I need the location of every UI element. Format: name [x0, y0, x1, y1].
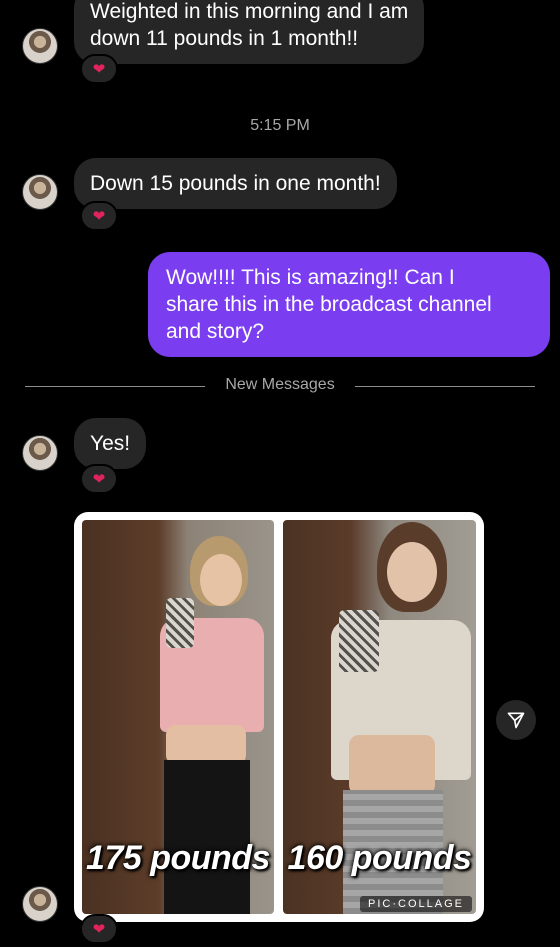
after-photo: 160 pounds PIC·COLLAGE — [283, 520, 476, 914]
message-text: Wow!!!! This is amazing!! Can I — [166, 266, 455, 289]
send-icon — [507, 712, 525, 729]
message-text: Yes! — [90, 432, 131, 455]
sender-avatar[interactable] — [22, 886, 58, 922]
message-timestamp: 5:15 PM — [250, 117, 310, 134]
sender-avatar[interactable] — [22, 28, 58, 64]
message-bubble-incoming[interactable]: Down 15 pounds in one month! — [74, 158, 397, 209]
message-text: Down 15 pounds in one month! — [90, 172, 381, 195]
divider-label: New Messages — [225, 376, 335, 393]
heart-reaction[interactable]: ❤ — [80, 464, 118, 494]
figure-head — [387, 542, 437, 602]
sender-avatar[interactable] — [22, 174, 58, 210]
new-messages-divider: New Messages — [25, 376, 535, 393]
heart-reaction[interactable]: ❤ — [80, 201, 118, 231]
message-text: Weighted in this morning and I am — [90, 0, 409, 23]
phone-image — [339, 610, 379, 672]
message-text: down 11 pounds in 1 month!! — [90, 27, 359, 50]
heart-reaction[interactable]: ❤ — [80, 54, 118, 84]
figure-head — [200, 554, 242, 606]
share-button[interactable] — [496, 700, 536, 740]
figure-belly — [349, 735, 435, 795]
message-bubble-incoming[interactable]: Yes! — [74, 418, 147, 469]
figure-belly — [166, 725, 246, 765]
message-bubble-outgoing[interactable]: Wow!!!! This is amazing!! Can I share th… — [148, 252, 550, 357]
figure-pants — [164, 760, 250, 914]
collage-watermark: PIC·COLLAGE — [360, 896, 472, 912]
heart-icon: ❤ — [92, 61, 106, 78]
heart-icon: ❤ — [92, 208, 106, 225]
before-weight-label: 175 pounds — [86, 839, 270, 877]
heart-icon: ❤ — [92, 921, 106, 938]
message-text: and story? — [166, 320, 265, 343]
message-bubble-incoming[interactable]: Weighted in this morning and I am down 1… — [74, 0, 425, 64]
sender-avatar[interactable] — [22, 435, 58, 471]
after-weight-label: 160 pounds — [287, 839, 472, 877]
photo-message[interactable]: 175 pounds 160 pounds PIC·COLLAGE — [74, 512, 484, 922]
heart-reaction[interactable]: ❤ — [80, 914, 118, 944]
before-photo: 175 pounds — [82, 520, 274, 914]
phone-image — [166, 598, 194, 648]
message-text: share this in the broadcast channel — [166, 293, 492, 316]
heart-icon: ❤ — [92, 471, 106, 488]
